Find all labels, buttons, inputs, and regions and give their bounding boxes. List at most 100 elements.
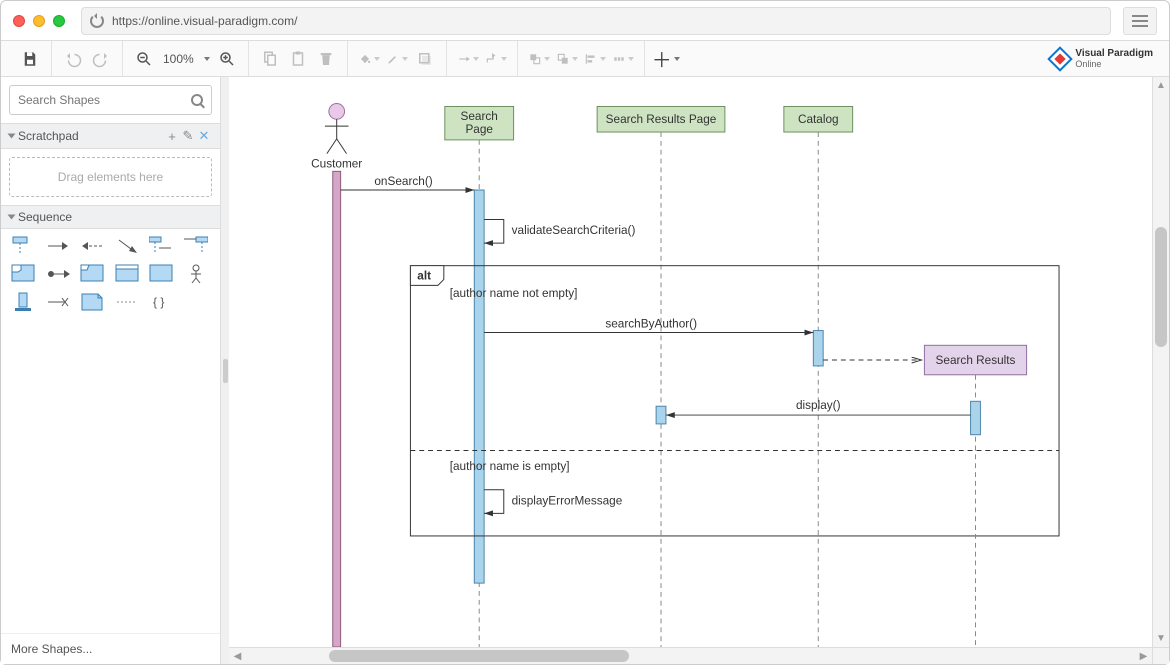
message-validate[interactable]: validateSearchCriteria() [484,220,635,244]
save-button[interactable] [19,48,41,70]
reload-icon[interactable] [90,14,104,28]
lifeline-label: Search Results Page [606,113,717,126]
maximize-window-icon[interactable] [53,15,65,27]
add-button[interactable]: ＋ [655,48,677,70]
scroll-right-icon[interactable]: ▶ [1135,648,1152,664]
redo-button[interactable] [90,48,112,70]
scratchpad-edit-icon[interactable]: ✎ [180,128,196,144]
scratchpad-add-icon[interactable]: + [164,128,180,144]
horizontal-scrollbar[interactable]: ◀ ▶ [229,647,1152,664]
palette-frame[interactable] [11,265,35,283]
palette-actor[interactable] [184,265,208,283]
actor-customer[interactable]: Customer [311,104,362,647]
message-display-error[interactable]: displayErrorMessage [484,490,623,514]
lifeline-catalog[interactable]: Catalog [784,106,853,647]
shape-palette: { } [1,229,220,319]
palette-empty [184,293,208,311]
scroll-corner [1152,647,1169,664]
panel-splitter[interactable] [221,77,229,664]
scratchpad-header[interactable]: Scratchpad + ✎ ✕ [1,123,220,149]
sequence-header[interactable]: Sequence [1,205,220,229]
brand-logo[interactable]: Visual Paradigm Online [1051,49,1161,69]
distribute-button[interactable] [612,48,634,70]
message-search-by-author[interactable]: searchByAuthor() [484,318,813,333]
drawing-canvas[interactable]: Customer Search Page [229,77,1152,647]
zoom-level[interactable]: 100% [161,52,196,66]
copy-button[interactable] [259,48,281,70]
undo-button[interactable] [62,48,84,70]
palette-note[interactable] [80,293,104,311]
menu-button[interactable] [1123,7,1157,35]
palette-self[interactable] [46,265,70,283]
pen-icon [386,50,400,68]
sequence-title: Sequence [18,210,72,224]
palette-create[interactable] [184,237,208,255]
shadow-button[interactable] [414,48,436,70]
palette-destroy[interactable] [46,293,70,311]
waypoint-button[interactable] [485,48,507,70]
lifeline-search-page[interactable]: Search Page [445,106,514,647]
url-input[interactable] [112,14,1102,28]
message-label: onSearch() [374,175,432,188]
title-bar [1,1,1169,41]
shadow-icon [416,50,434,68]
align-button[interactable] [584,48,606,70]
message-label: displayErrorMessage [512,494,623,507]
zoom-in-icon [218,50,236,68]
minimize-window-icon[interactable] [33,15,45,27]
scroll-left-icon[interactable]: ◀ [229,648,246,664]
connector-style-button[interactable] [457,48,479,70]
search-shapes-field[interactable] [9,85,212,115]
fill-color-button[interactable] [358,48,380,70]
palette-text[interactable]: { } [149,293,173,311]
more-shapes-link[interactable]: More Shapes... [1,633,220,664]
message-label: searchByAuthor() [605,318,697,331]
palette-message[interactable] [46,237,70,255]
search-shapes-input[interactable] [18,93,185,107]
scratchpad-close-icon[interactable]: ✕ [196,128,212,144]
paste-button[interactable] [287,48,309,70]
url-bar[interactable] [81,7,1111,35]
palette-activation[interactable] [11,293,35,311]
zoom-dropdown-icon[interactable] [204,57,210,61]
palette-ref[interactable] [149,265,173,283]
scratchpad-dropzone[interactable]: Drag elements here [9,157,212,197]
scroll-up-icon[interactable]: ▲ [1153,77,1169,94]
distribute-icon [612,50,626,68]
copy-icon [261,50,279,68]
search-icon[interactable] [191,94,203,106]
palette-lost[interactable] [149,237,173,255]
waypoint-icon [485,50,499,68]
scroll-thumb[interactable] [329,650,629,662]
to-back-button[interactable] [556,48,578,70]
palette-found[interactable] [115,237,139,255]
palette-alt[interactable] [80,265,104,283]
arrow-icon [457,50,471,68]
splitter-handle-icon [223,359,228,383]
front-icon [528,50,542,68]
close-window-icon[interactable] [13,15,25,27]
vertical-scrollbar[interactable]: ▲ ▼ [1152,77,1169,647]
lifeline-search-results[interactable]: Search Results [823,345,1026,647]
delete-button[interactable] [315,48,337,70]
zoom-out-button[interactable] [133,48,155,70]
guard-label: [author name is empty] [450,460,570,473]
palette-lifeline[interactable] [11,237,35,255]
message-on-search[interactable]: onSearch() [341,175,475,190]
to-front-button[interactable] [528,48,550,70]
lifeline-search-results-page[interactable]: Search Results Page [597,106,725,647]
align-icon [584,50,598,68]
stroke-color-button[interactable] [386,48,408,70]
sequence-diagram[interactable]: Customer Search Page [229,77,1152,647]
message-display[interactable]: display() [666,399,971,415]
alt-fragment[interactable]: alt [author name not empty] [author name… [410,266,1059,536]
app-window: 100% ＋ [0,0,1170,665]
palette-return[interactable] [80,237,104,255]
scroll-down-icon[interactable]: ▼ [1153,630,1169,647]
palette-constraint[interactable] [115,293,139,311]
svg-text:{ }: { } [153,295,164,309]
scroll-thumb[interactable] [1155,227,1167,347]
zoom-in-button[interactable] [216,48,238,70]
trash-icon [317,50,335,68]
palette-loop[interactable] [115,265,139,283]
